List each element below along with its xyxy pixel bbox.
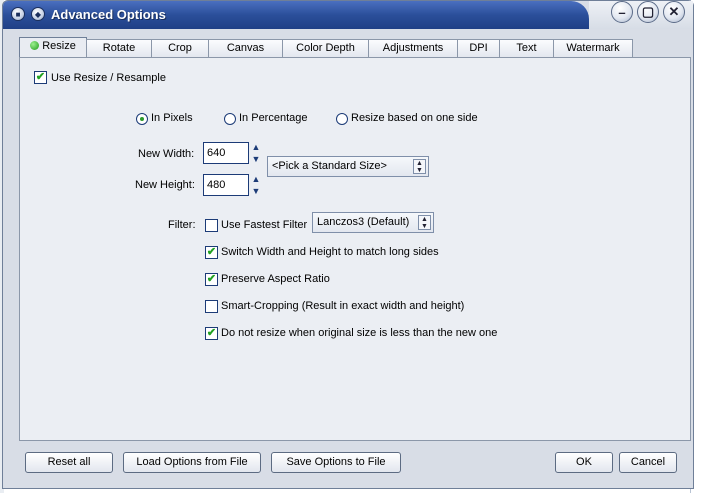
switch-sides-checkbox[interactable]: ✔ [205, 246, 218, 259]
close-icon[interactable]: ✕ [663, 1, 685, 23]
tab-label: Resize [42, 40, 76, 52]
window-title: Advanced Options [51, 7, 166, 22]
tab-rotate[interactable]: Rotate [86, 39, 152, 57]
smart-cropping-checkbox[interactable] [205, 300, 218, 313]
no-upscale-checkbox[interactable]: ✔ [205, 327, 218, 340]
tab-color-depth[interactable]: Color Depth [282, 39, 369, 57]
ok-button[interactable]: OK [555, 452, 613, 473]
one-side-label: Resize based on one side [351, 112, 478, 124]
preserve-aspect-label: Preserve Aspect Ratio [221, 273, 330, 285]
active-tab-icon [30, 41, 40, 50]
fastest-filter-label: Use Fastest Filter [221, 219, 308, 231]
stepper-up-icon[interactable]: ▲ [252, 142, 261, 152]
in-pixels-label: In Pixels [151, 112, 193, 124]
standard-size-value: <Pick a Standard Size> [272, 160, 387, 172]
use-resize-checkbox[interactable]: ✔ [34, 71, 47, 84]
maximize-icon[interactable]: ▢ [637, 1, 659, 23]
tab-text[interactable]: Text [499, 39, 554, 57]
standard-size-dropdown[interactable]: <Pick a Standard Size> ▲ ▼ [267, 156, 429, 177]
new-height-input[interactable]: 480 [203, 174, 249, 196]
in-percentage-label: In Percentage [239, 112, 308, 124]
dropdown-arrows-icon[interactable]: ▲ ▼ [418, 215, 431, 230]
smart-cropping-label: Smart-Cropping (Result in exact width an… [221, 300, 465, 312]
fastest-filter-checkbox[interactable] [205, 219, 218, 232]
minimize-icon[interactable]: – [611, 1, 633, 23]
stepper-down-icon[interactable]: ▼ [252, 186, 261, 196]
filter-label: Filter: [168, 219, 196, 231]
preserve-aspect-checkbox[interactable]: ✔ [205, 273, 218, 286]
in-pixels-radio[interactable] [136, 113, 148, 125]
title-bar-right: – ▢ ✕ [589, 1, 693, 29]
tab-watermark[interactable]: Watermark [553, 39, 633, 57]
cancel-button[interactable]: Cancel [619, 452, 677, 473]
title-bar[interactable]: ■ ◆ Advanced Options [3, 1, 589, 29]
switch-sides-label: Switch Width and Height to match long si… [221, 246, 439, 258]
resize-panel: ✔ Use Resize / Resample In Pixels In Per… [19, 57, 691, 441]
new-width-stepper[interactable]: ▲ ▼ [249, 142, 263, 164]
rollup-icon[interactable]: ◆ [31, 7, 45, 21]
use-resize-label: Use Resize / Resample [51, 72, 166, 84]
reset-all-button[interactable]: Reset all [25, 452, 113, 473]
new-height-label: New Height: [135, 179, 195, 191]
no-upscale-label: Do not resize when original size is less… [221, 327, 498, 339]
tab-strip: Resize Rotate Crop Canvas Color Depth Ad… [19, 37, 633, 57]
save-options-button[interactable]: Save Options to File [271, 452, 401, 473]
tab-dpi[interactable]: DPI [457, 39, 500, 57]
stepper-up-icon[interactable]: ▲ [252, 174, 261, 184]
system-menu-icon[interactable]: ■ [11, 7, 25, 21]
tab-crop[interactable]: Crop [151, 39, 209, 57]
tab-adjustments[interactable]: Adjustments [368, 39, 458, 57]
in-percentage-radio[interactable] [224, 113, 236, 125]
tab-canvas[interactable]: Canvas [208, 39, 283, 57]
advanced-options-dialog: ■ ◆ Advanced Options – ▢ ✕ Resize Rotate… [2, 0, 694, 489]
new-width-input[interactable]: 640 [203, 142, 249, 164]
filter-dropdown[interactable]: Lanczos3 (Default) ▲ ▼ [312, 212, 434, 233]
one-side-radio[interactable] [336, 113, 348, 125]
load-options-button[interactable]: Load Options from File [123, 452, 261, 473]
stepper-down-icon[interactable]: ▼ [252, 154, 261, 164]
dropdown-arrows-icon[interactable]: ▲ ▼ [413, 159, 426, 174]
tab-resize[interactable]: Resize [19, 37, 87, 57]
new-height-stepper[interactable]: ▲ ▼ [249, 174, 263, 196]
filter-value: Lanczos3 (Default) [317, 216, 410, 228]
new-width-label: New Width: [138, 148, 195, 160]
